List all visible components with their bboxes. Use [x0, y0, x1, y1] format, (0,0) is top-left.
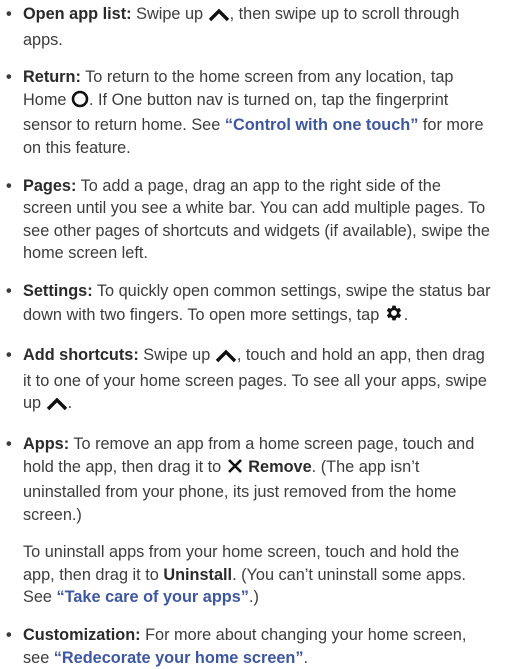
bullet: •: [6, 5, 12, 23]
link-redecorate-your-home-screen[interactable]: “Redecorate your home screen”: [54, 649, 304, 667]
text: Swipe up: [138, 346, 215, 365]
remove-label: Remove: [248, 457, 312, 476]
chevron-up-icon: [215, 347, 237, 370]
list-item-customization: • Customization: For more about changing…: [6, 624, 507, 669]
list-item-apps: • Apps: To remove an app from a home scr…: [6, 433, 507, 526]
bullet: •: [6, 176, 12, 195]
text: .: [403, 305, 409, 324]
term-customization: Customization:: [23, 626, 141, 645]
bullet: •: [6, 626, 12, 645]
document: • Open app list: Swipe up , then swipe u…: [0, 0, 507, 669]
list-item-open-app-list: • Open app list: Swipe up , then swipe u…: [6, 3, 507, 51]
text: To quickly open common settings, swipe t…: [23, 281, 491, 324]
uninstall-label: Uninstall: [163, 565, 233, 584]
list-item-pages: • Pages: To add a page, drag an app to t…: [6, 175, 507, 265]
item-body: Apps: To remove an app from a home scree…: [23, 433, 507, 526]
chevron-up-icon: [46, 395, 68, 418]
home-circle-icon: [71, 90, 89, 115]
bullet: •: [6, 434, 12, 453]
list-item-settings: • Settings: To quickly open common setti…: [6, 280, 507, 329]
chevron-up-icon: [208, 6, 230, 29]
term-apps: Apps:: [23, 434, 70, 453]
text: Swipe up: [131, 5, 208, 23]
list-item-add-shortcuts: • Add shortcuts: Swipe up , touch and ho…: [6, 344, 507, 418]
item-body: Add shortcuts: Swipe up , touch and hold…: [23, 344, 507, 418]
text: .: [303, 648, 309, 667]
link-take-care-of-your-apps[interactable]: “Take care of your apps”: [57, 588, 249, 606]
term-settings: Settings:: [23, 281, 93, 300]
term-add-shortcuts: Add shortcuts:: [23, 346, 139, 365]
item-body: Pages: To add a page, drag an app to the…: [23, 175, 507, 265]
bullet: •: [6, 346, 12, 365]
gear-icon: [384, 303, 404, 330]
close-x-icon: [226, 457, 244, 482]
item-body: Customization: For more about changing y…: [23, 624, 507, 669]
text: .): [248, 588, 259, 607]
item-body: Open app list: Swipe up , then swipe up …: [23, 3, 507, 51]
term-open-app-list: Open app list:: [23, 5, 132, 23]
term-pages: Pages:: [23, 176, 77, 195]
item-body: Return: To return to the home screen fro…: [23, 66, 507, 159]
bullet: •: [6, 68, 12, 87]
bullet: •: [6, 281, 12, 300]
list-item-return: • Return: To return to the home screen f…: [6, 66, 507, 159]
term-return: Return:: [23, 68, 81, 87]
text: .: [67, 394, 73, 413]
text: To add a page, drag an app to the right …: [23, 176, 490, 263]
item-body: Settings: To quickly open common setting…: [23, 280, 507, 329]
uninstall-paragraph: To uninstall apps from your home screen,…: [6, 541, 507, 609]
link-control-with-one-touch[interactable]: “Control with one touch”: [225, 116, 419, 134]
